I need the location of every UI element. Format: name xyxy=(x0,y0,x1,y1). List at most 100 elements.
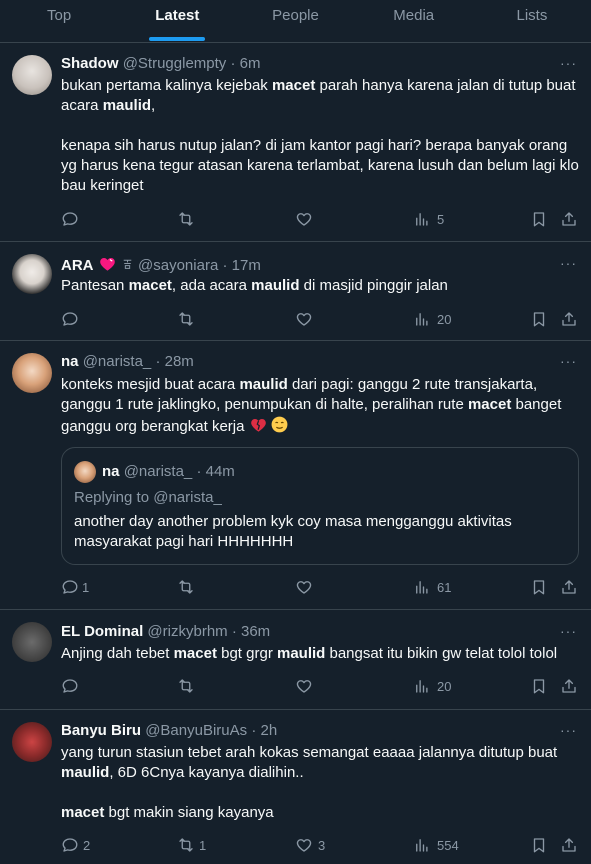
more-options-icon[interactable]: ··· xyxy=(560,720,577,740)
avatar[interactable] xyxy=(12,622,52,662)
views-button[interactable]: 554 xyxy=(413,835,459,855)
views-count: 61 xyxy=(437,579,452,595)
reply-count: 1 xyxy=(82,579,90,595)
like-button[interactable]: 3 xyxy=(295,835,325,855)
handle[interactable]: @Strugglempty xyxy=(123,55,227,72)
bookmark-icon xyxy=(533,312,545,327)
reply-button[interactable] xyxy=(61,676,79,696)
tweet[interactable]: na @narista_ · 28m ··· konteks mesjid bu… xyxy=(0,341,591,610)
timestamp[interactable]: · 17m xyxy=(222,257,260,274)
share-icon xyxy=(562,312,576,326)
tweet[interactable]: EL Dominal @rizkybrhm · 36m ··· Anjing d… xyxy=(0,610,591,710)
more-options-icon[interactable]: ··· xyxy=(560,53,577,73)
tab-label: People xyxy=(272,7,319,24)
reply-button[interactable] xyxy=(61,309,79,329)
quoted-handle: @narista_ xyxy=(123,463,193,480)
like-button[interactable] xyxy=(295,676,313,696)
tab-media[interactable]: Media xyxy=(355,0,473,42)
share-button[interactable] xyxy=(560,209,578,229)
timestamp[interactable]: · 36m xyxy=(232,623,270,640)
like-button[interactable] xyxy=(295,309,313,329)
avatar[interactable] xyxy=(12,254,52,294)
text-paragraph: macet bgt makin siang kayanya xyxy=(61,803,581,823)
share-button[interactable] xyxy=(560,676,578,696)
retweet-button[interactable] xyxy=(177,209,195,229)
text-span: di masjid pinggir jalan xyxy=(299,277,448,294)
keyword-highlight: macet xyxy=(271,77,316,94)
reply-count: 2 xyxy=(83,837,91,853)
avatar[interactable] xyxy=(12,55,52,95)
tab-top[interactable]: Top xyxy=(0,0,118,42)
bookmark-button[interactable] xyxy=(530,835,548,855)
heart-icon xyxy=(296,839,312,852)
keyword-highlight: maulid xyxy=(102,97,152,114)
display-name[interactable]: Shadow xyxy=(61,55,119,72)
handle[interactable]: @sayoniara xyxy=(138,257,218,274)
bookmark-button[interactable] xyxy=(530,676,548,696)
reply-button[interactable]: 1 xyxy=(61,577,89,597)
share-button[interactable] xyxy=(560,835,578,855)
share-button[interactable] xyxy=(560,309,578,329)
views-button[interactable]: 5 xyxy=(413,209,444,229)
display-name[interactable]: ARA xyxy=(61,257,94,274)
handle[interactable]: @BanyuBiruAs xyxy=(145,722,247,739)
like-button[interactable] xyxy=(295,209,313,229)
views-button[interactable]: 20 xyxy=(413,309,451,329)
bookmark-button[interactable] xyxy=(530,309,548,329)
timestamp[interactable]: · 6m xyxy=(230,55,260,72)
views-count: 5 xyxy=(437,211,445,227)
tab-latest[interactable]: Latest xyxy=(118,0,236,42)
analytics-icon xyxy=(416,213,428,226)
keyword-highlight: maulid xyxy=(239,376,288,393)
timestamp[interactable]: · 2h xyxy=(251,722,277,739)
display-name[interactable]: EL Dominal xyxy=(61,623,143,640)
heart-icon xyxy=(296,680,312,693)
analytics-icon xyxy=(416,839,428,852)
retweet-button[interactable] xyxy=(177,309,195,329)
tweet[interactable]: Banyu Biru @BanyuBiruAs · 2h ··· yang tu… xyxy=(0,710,591,864)
retweet-icon xyxy=(179,679,193,693)
display-name[interactable]: na xyxy=(61,353,79,370)
keyword-highlight: maulid xyxy=(251,277,300,294)
text-span: bangsat itu bikin gw telat tolol tolol xyxy=(325,645,558,662)
tweet-text: konteks mesjid buat acara maulid dari pa… xyxy=(61,375,581,437)
text-paragraph: kenapa sih harus nutup jalan? di jam kan… xyxy=(61,137,579,194)
views-button[interactable]: 61 xyxy=(413,577,451,597)
tweet[interactable]: ARA @sayoniara · 17m ··· Pantesan macet,… xyxy=(0,242,591,341)
text-span: bgt grgr xyxy=(216,645,277,662)
avatar[interactable] xyxy=(12,353,52,393)
more-options-icon[interactable]: ··· xyxy=(560,253,577,273)
reply-button[interactable] xyxy=(61,209,79,229)
retweet-button[interactable]: 1 xyxy=(177,835,206,855)
tab-lists[interactable]: Lists xyxy=(473,0,591,42)
tab-label: Top xyxy=(47,7,72,24)
tweet[interactable]: Shadow @Strugglempty · 6m ··· bukan pert… xyxy=(0,43,591,242)
more-options-icon[interactable]: ··· xyxy=(560,351,577,371)
avatar[interactable] xyxy=(12,722,52,762)
handle[interactable]: @narista_ xyxy=(83,353,152,370)
display-name[interactable]: Banyu Biru xyxy=(61,722,141,739)
retweet-button[interactable] xyxy=(177,577,195,597)
bookmark-icon xyxy=(533,212,545,227)
more-options-icon[interactable]: ··· xyxy=(560,621,577,641)
bookmark-button[interactable] xyxy=(530,209,548,229)
reply-icon xyxy=(62,838,78,852)
text-span: Anjing dah tebet xyxy=(61,645,174,662)
handle[interactable]: @rizkybrhm xyxy=(147,623,227,640)
reply-button[interactable]: 2 xyxy=(61,835,90,855)
active-tab-indicator xyxy=(149,37,206,41)
share-button[interactable] xyxy=(560,577,578,597)
tab-people[interactable]: People xyxy=(236,0,354,42)
keyword-highlight: macet xyxy=(173,645,217,662)
like-button[interactable] xyxy=(295,577,313,597)
quoted-tweet[interactable]: na @narista_ · 44m Replying to @narista_… xyxy=(61,447,579,565)
share-icon xyxy=(562,212,576,226)
views-button[interactable]: 20 xyxy=(413,676,451,696)
timestamp[interactable]: · 28m xyxy=(155,353,193,370)
retweet-button[interactable] xyxy=(177,676,195,696)
reply-icon xyxy=(62,212,78,226)
share-icon xyxy=(562,838,576,852)
reply-icon xyxy=(62,312,78,326)
bookmark-button[interactable] xyxy=(530,577,548,597)
heart-icon xyxy=(296,313,312,326)
